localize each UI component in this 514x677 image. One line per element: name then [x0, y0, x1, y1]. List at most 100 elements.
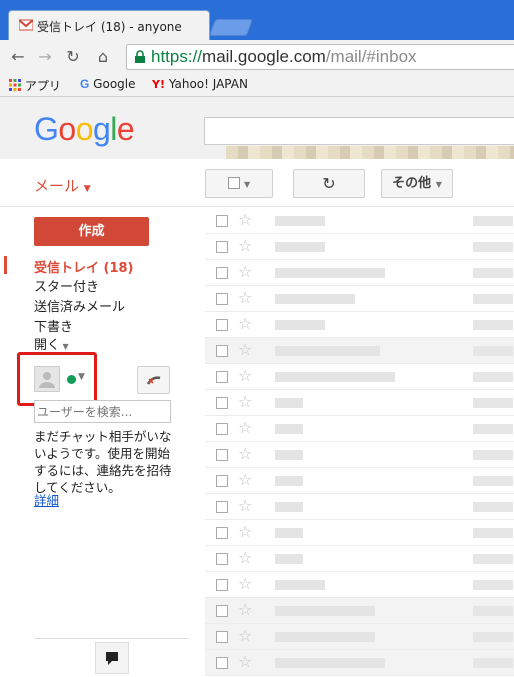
star-icon[interactable]: ☆ [238, 445, 252, 463]
user-search-input[interactable] [34, 400, 171, 423]
browser-tab[interactable]: 受信トレイ (18) - anyone [8, 10, 210, 40]
table-row[interactable]: ☆ [205, 624, 514, 650]
row-checkbox[interactable] [216, 345, 228, 357]
url-scheme: https:// [151, 47, 203, 66]
forward-icon[interactable]: → [36, 48, 54, 66]
caret-down-icon[interactable]: ▼ [78, 372, 85, 382]
table-row[interactable]: ☆ [205, 416, 514, 442]
details-link[interactable]: 詳細 [34, 490, 59, 509]
redacted-text [275, 632, 375, 642]
table-row[interactable]: ☆ [205, 286, 514, 312]
bookmark-google[interactable]: G Google [80, 77, 136, 91]
redacted-text [473, 606, 513, 616]
url-path: /mail/#inbox [325, 47, 417, 66]
star-icon[interactable]: ☆ [238, 341, 252, 359]
table-row[interactable]: ☆ [205, 338, 514, 364]
row-checkbox[interactable] [216, 527, 228, 539]
table-row[interactable]: ☆ [205, 442, 514, 468]
star-icon[interactable]: ☆ [238, 653, 252, 671]
row-checkbox[interactable] [216, 241, 228, 253]
table-row[interactable]: ☆ [205, 494, 514, 520]
refresh-button[interactable]: ↻ [293, 169, 365, 198]
redacted-text [473, 216, 513, 226]
table-row[interactable]: ☆ [205, 364, 514, 390]
more-button[interactable]: その他 ▼ [381, 169, 453, 198]
star-icon[interactable]: ☆ [238, 497, 252, 515]
nav-inbox[interactable]: 受信トレイ (18) [34, 257, 134, 276]
table-row[interactable]: ☆ [205, 390, 514, 416]
row-checkbox[interactable] [216, 475, 228, 487]
phone-call-button[interactable] [137, 366, 170, 394]
reload-icon[interactable]: ↻ [64, 48, 82, 66]
row-checkbox[interactable] [216, 371, 228, 383]
star-icon[interactable]: ☆ [238, 237, 252, 255]
google-logo[interactable]: Google [34, 111, 135, 148]
row-checkbox[interactable] [216, 293, 228, 305]
row-checkbox[interactable] [216, 267, 228, 279]
star-icon[interactable]: ☆ [238, 393, 252, 411]
redacted-text [473, 658, 513, 668]
online-status-icon[interactable] [67, 375, 76, 384]
chat-toggle-button[interactable] [95, 642, 129, 674]
table-row[interactable]: ☆ [205, 546, 514, 572]
row-checkbox[interactable] [216, 553, 228, 565]
bookmark-yahoo[interactable]: Y! Yahoo! JAPAN [152, 77, 248, 91]
row-checkbox[interactable] [216, 449, 228, 461]
star-icon[interactable]: ☆ [238, 263, 252, 281]
row-checkbox[interactable] [216, 657, 228, 669]
redacted-text [275, 398, 303, 408]
address-bar[interactable]: https://mail.google.com/mail/#inbox [126, 44, 514, 70]
row-checkbox[interactable] [216, 319, 228, 331]
star-icon[interactable]: ☆ [238, 601, 252, 619]
back-icon[interactable]: ← [9, 48, 27, 66]
nav-drafts[interactable]: 下書き [34, 316, 73, 335]
star-icon[interactable]: ☆ [238, 471, 252, 489]
redacted-text [275, 502, 303, 512]
new-tab-button[interactable] [208, 19, 254, 36]
redacted-text [275, 346, 380, 356]
star-icon[interactable]: ☆ [238, 575, 252, 593]
table-row[interactable]: ☆ [205, 572, 514, 598]
bookmark-apps[interactable]: アプリ [9, 77, 61, 94]
table-row[interactable]: ☆ [205, 598, 514, 624]
row-checkbox[interactable] [216, 605, 228, 617]
select-checkbox-button[interactable]: ▼ [205, 169, 273, 198]
table-row[interactable]: ☆ [205, 468, 514, 494]
caret-down-icon: ▼ [60, 342, 69, 351]
mail-switcher[interactable]: メール ▼ [34, 175, 91, 196]
star-icon[interactable]: ☆ [238, 289, 252, 307]
star-icon[interactable]: ☆ [238, 627, 252, 645]
redacted-text [473, 528, 513, 538]
star-icon[interactable]: ☆ [238, 367, 252, 385]
redacted-text [473, 294, 513, 304]
compose-button[interactable]: 作成 [34, 217, 149, 246]
star-icon[interactable]: ☆ [238, 549, 252, 567]
table-row[interactable]: ☆ [205, 260, 514, 286]
mail-search-input[interactable] [204, 117, 514, 145]
browser-toolbar: ← → ↻ ⌂ https://mail.google.com/mail/#in… [0, 40, 514, 73]
person-icon [39, 372, 55, 388]
star-icon[interactable]: ☆ [238, 419, 252, 437]
row-checkbox[interactable] [216, 397, 228, 409]
redacted-text [473, 450, 513, 460]
table-row[interactable]: ☆ [205, 208, 514, 234]
table-row[interactable]: ☆ [205, 234, 514, 260]
avatar[interactable] [34, 366, 60, 392]
table-row[interactable]: ☆ [205, 312, 514, 338]
table-row[interactable]: ☆ [205, 650, 514, 676]
row-checkbox[interactable] [216, 501, 228, 513]
nav-more[interactable]: 開く ▼ [34, 334, 69, 353]
nav-starred[interactable]: スター付き [34, 276, 99, 295]
row-checkbox[interactable] [216, 631, 228, 643]
row-checkbox[interactable] [216, 423, 228, 435]
row-checkbox[interactable] [216, 215, 228, 227]
star-icon[interactable]: ☆ [238, 315, 252, 333]
row-checkbox[interactable] [216, 579, 228, 591]
star-icon[interactable]: ☆ [238, 211, 252, 229]
redacted-text [473, 242, 513, 252]
table-row[interactable]: ☆ [205, 520, 514, 546]
star-icon[interactable]: ☆ [238, 523, 252, 541]
redacted-text [275, 424, 303, 434]
home-icon[interactable]: ⌂ [94, 48, 112, 66]
nav-sent[interactable]: 送信済みメール [34, 296, 125, 315]
